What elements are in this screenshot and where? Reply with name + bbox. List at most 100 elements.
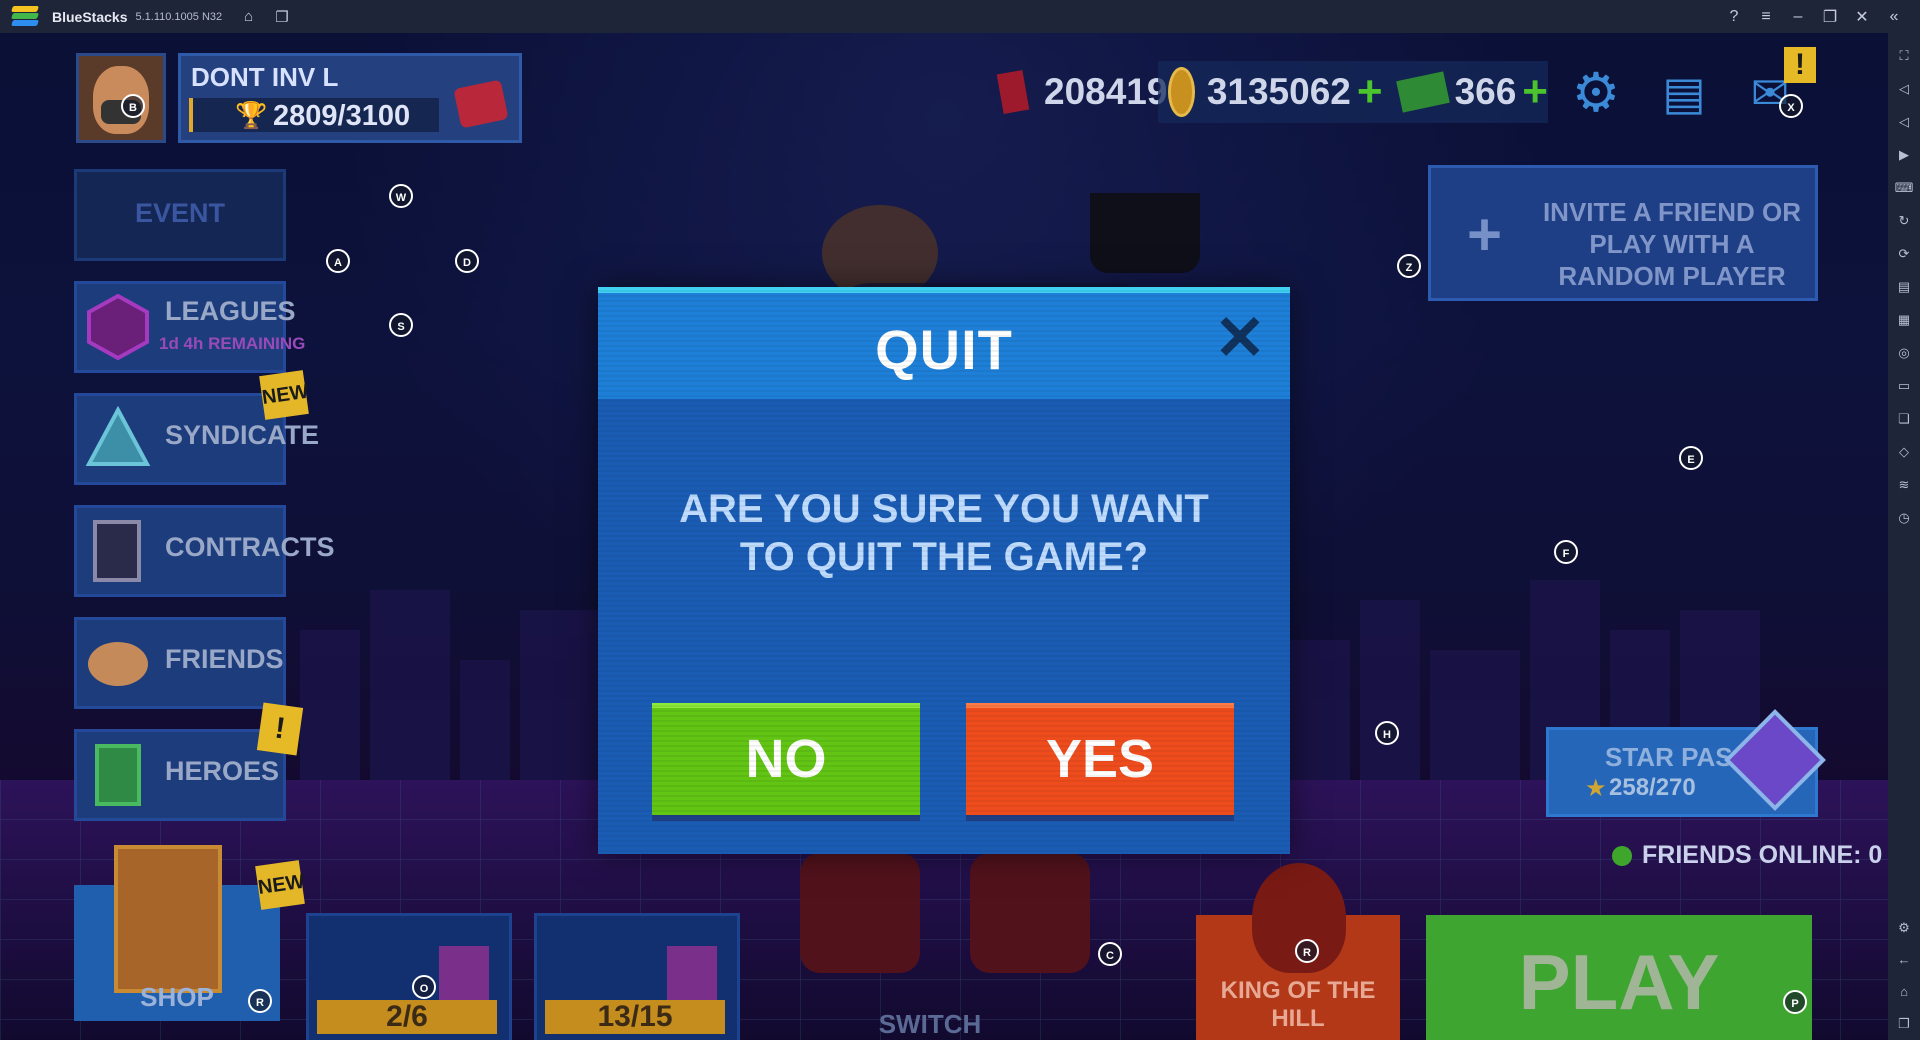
- friends-online-status: FRIENDS ONLINE: 0: [1612, 841, 1882, 870]
- coin-icon: [1168, 67, 1195, 117]
- restore-icon[interactable]: ❐: [1814, 7, 1846, 27]
- recent-apps-icon[interactable]: ❐: [1894, 1014, 1914, 1034]
- help-icon[interactable]: ?: [1718, 8, 1750, 26]
- player-name: DONT INV L: [191, 62, 339, 92]
- friends-online-label: FRIENDS ONLINE: 0: [1642, 841, 1883, 869]
- play-label: PLAY: [1518, 938, 1720, 1026]
- yes-button[interactable]: YES: [966, 703, 1234, 815]
- add-cash-button[interactable]: +: [1522, 67, 1548, 117]
- close-icon[interactable]: ✕: [1846, 7, 1878, 27]
- event-button[interactable]: EVENT: [74, 169, 286, 261]
- heroes-label: HEROES: [165, 756, 280, 786]
- star-pass-button[interactable]: STAR PASS ★ 258/270: [1546, 709, 1826, 817]
- energy-currency: 208419: [996, 61, 1168, 123]
- refresh-icon[interactable]: ⟳: [1894, 244, 1914, 264]
- home-icon[interactable]: ⌂: [1894, 982, 1914, 1002]
- app-version: 5.1.110.1005 N32: [135, 10, 223, 23]
- leagues-time-remaining: 1d 4h REMAINING: [159, 334, 306, 353]
- energy-can-icon: [996, 70, 1030, 114]
- king-of-the-hill-button[interactable]: KING OF THE HILL: [1196, 863, 1400, 1040]
- bluestacks-logo-icon: [11, 5, 39, 28]
- hotkey-marker: S: [389, 313, 413, 337]
- collapse-sidebar-icon[interactable]: «: [1878, 8, 1910, 26]
- energy-amount: 208419: [1044, 71, 1168, 112]
- hotkey-marker: D: [455, 249, 479, 273]
- multi-instance-sync-icon[interactable]: ❏: [1894, 409, 1914, 429]
- contracts-button[interactable]: CONTRACTS: [74, 505, 335, 597]
- volume-down-icon[interactable]: ◁: [1894, 112, 1914, 132]
- hotkey-marker: R: [1295, 939, 1319, 963]
- hotkey-marker: B: [121, 94, 145, 118]
- chest-gift-icon: [667, 946, 717, 1002]
- profile-panel[interactable]: DONT INV L 🏆 2809/3100: [178, 53, 522, 143]
- hotkey-marker: O: [412, 975, 436, 999]
- invite-friend-button[interactable]: + INVITE A FRIEND OR PLAY WITH A RANDOM …: [1428, 165, 1818, 301]
- hotkey-marker: Z: [1397, 254, 1421, 278]
- settings-icon[interactable]: ⚙: [1894, 918, 1914, 938]
- hotkey-marker: R: [248, 989, 272, 1013]
- leagues-button[interactable]: LEAGUES 1d 4h REMAINING: [74, 281, 305, 373]
- chest-gift-icon: [439, 946, 489, 1002]
- quit-dialog: QUIT ✕ ARE YOU SURE YOU WANT TO QUIT THE…: [598, 287, 1290, 854]
- multi-instance-icon[interactable]: ❐: [275, 8, 288, 26]
- leagues-label: LEAGUES: [165, 296, 296, 326]
- fullscreen-icon[interactable]: ⛶: [1894, 46, 1914, 66]
- syndicate-new-badge: NEW: [259, 370, 310, 420]
- star-pass-progress: 258/270: [1609, 774, 1696, 801]
- no-button[interactable]: NO: [652, 703, 920, 815]
- screenshot-icon[interactable]: ◎: [1894, 343, 1914, 363]
- invite-plus-icon: +: [1467, 201, 1503, 268]
- reward-gift-icon[interactable]: [453, 79, 509, 129]
- heroes-button[interactable]: HEROES: [74, 729, 286, 821]
- shop-new-badge: NEW: [255, 860, 306, 910]
- bluestacks-sidebar: ⛶ ◁ ◁ ▶ ⌨ ↻ ⟳ ▤ ▦ ◎ ▭ ❏ ◇ ≋ ◷ ⚙ ← ⌂ ❐: [1888, 33, 1920, 1040]
- friends-button[interactable]: FRIENDS: [74, 617, 286, 709]
- macro-icon[interactable]: ▤: [1894, 277, 1914, 297]
- heroes-card-icon: [95, 744, 141, 806]
- chest-slot-1[interactable]: 2/6: [306, 913, 512, 1040]
- friends-label: FRIENDS: [165, 644, 284, 674]
- player-avatar[interactable]: [76, 53, 166, 143]
- keyboard-icon[interactable]: ⌨: [1894, 178, 1914, 198]
- rotate-icon[interactable]: ↻: [1894, 211, 1914, 231]
- layers-icon[interactable]: ≋: [1894, 475, 1914, 495]
- hotkey-marker: E: [1679, 446, 1703, 470]
- star-icon: ★: [1585, 775, 1607, 802]
- minimize-icon[interactable]: –: [1782, 8, 1814, 26]
- video-record-icon[interactable]: ▶: [1894, 145, 1914, 165]
- volume-up-icon[interactable]: ◁: [1894, 79, 1914, 99]
- chest-count: 13/15: [597, 1000, 673, 1033]
- coin-cash-panel: 3135062 + 366 +: [1158, 61, 1548, 123]
- chest-slot-2[interactable]: 13/15: [534, 913, 740, 1040]
- settings-gear-icon[interactable]: ⚙: [1566, 63, 1626, 123]
- cash-amount: 366: [1454, 71, 1517, 112]
- menu-icon[interactable]: ≡: [1750, 8, 1782, 26]
- dialog-message: ARE YOU SURE YOU WANT TO QUIT THE GAME?: [679, 487, 1209, 579]
- contracts-card-icon: [93, 520, 141, 582]
- home-icon[interactable]: ⌂: [244, 8, 253, 25]
- back-icon[interactable]: ←: [1894, 950, 1914, 970]
- hotkey-marker: A: [326, 249, 350, 273]
- trophy-progress-fill: [189, 98, 193, 132]
- yes-button-label: YES: [1045, 729, 1155, 789]
- hotkey-marker: P: [1783, 990, 1807, 1014]
- hotkey-marker: W: [389, 184, 413, 208]
- news-icon[interactable]: ▤: [1654, 63, 1714, 123]
- app-name: BlueStacks: [52, 8, 128, 25]
- add-coins-button[interactable]: +: [1357, 67, 1383, 117]
- apk-icon[interactable]: ▦: [1894, 310, 1914, 330]
- trophy-progress-bar: 🏆 2809/3100: [189, 98, 439, 132]
- syndicate-button[interactable]: SYNDICATE: [74, 393, 319, 485]
- chest-count: 2/6: [386, 1000, 428, 1033]
- game-viewport[interactable]: DONT INV L 🏆 2809/3100 208419 3135062 + …: [0, 33, 1888, 1040]
- eco-mode-icon[interactable]: ◇: [1894, 442, 1914, 462]
- clock-icon[interactable]: ◷: [1894, 508, 1914, 528]
- folder-icon[interactable]: ▭: [1894, 376, 1914, 396]
- close-icon[interactable]: ✕: [1212, 308, 1268, 370]
- switch-hero-button[interactable]: SWITCH HERO: [840, 1009, 1020, 1040]
- play-button[interactable]: PLAY: [1426, 915, 1812, 1040]
- chat-alert-badge: !: [1784, 47, 1816, 83]
- hotkey-marker: F: [1554, 540, 1578, 564]
- no-button-label: NO: [745, 729, 827, 789]
- hotkey-marker: H: [1375, 721, 1399, 745]
